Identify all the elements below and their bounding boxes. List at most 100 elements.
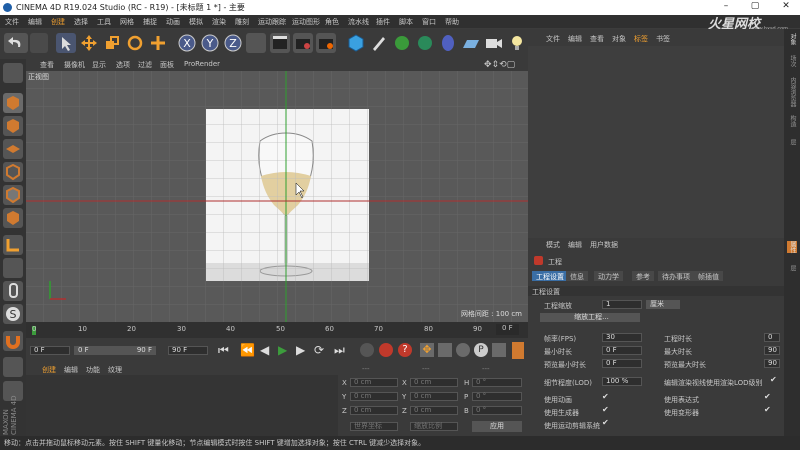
menu-create[interactable]: 创建 <box>51 17 65 27</box>
object-manager-list[interactable] <box>528 46 784 256</box>
use-animation-checkbox[interactable]: ✔ <box>602 392 609 401</box>
obj-menu-tags[interactable]: 标签 <box>634 34 648 44</box>
attr-menu-edit[interactable]: 编辑 <box>568 240 582 250</box>
mat-menu-create[interactable]: 创建 <box>42 365 56 375</box>
rotate-icon[interactable] <box>125 33 145 53</box>
vp-menu-options[interactable]: 选项 <box>116 60 130 70</box>
tab-content-browser[interactable]: 内容浏览器 <box>787 77 797 107</box>
axis-mode-icon[interactable] <box>3 235 23 255</box>
camera-icon[interactable] <box>484 33 504 53</box>
key-pla-icon[interactable] <box>492 343 506 357</box>
menu-mesh[interactable]: 网格 <box>120 17 134 27</box>
tab-attributes[interactable]: 属性 <box>787 241 797 253</box>
scale-unit-select[interactable]: 厘米 <box>646 300 680 309</box>
start-frame-field[interactable]: 0 F <box>30 346 70 355</box>
render-settings-icon[interactable] <box>316 33 336 53</box>
scale-icon[interactable] <box>102 33 122 53</box>
scale-project-button[interactable]: 缩放工程... <box>540 313 640 322</box>
render-view-icon[interactable] <box>270 33 290 53</box>
vp-menu-display[interactable]: 显示 <box>92 60 106 70</box>
light-icon[interactable] <box>507 33 527 53</box>
auto-key-icon[interactable]: ? <box>398 343 412 357</box>
tab-structure[interactable]: 构造 <box>787 115 797 127</box>
minimize-button[interactable]: – <box>716 1 736 11</box>
end-frame-field[interactable]: 90 F <box>168 346 208 355</box>
undo-icon[interactable] <box>4 33 28 53</box>
tab-objects[interactable]: 对象 <box>787 33 797 45</box>
use-deformers-checkbox[interactable]: ✔ <box>764 405 771 414</box>
workplane-mode-icon[interactable] <box>3 139 23 159</box>
vp-menu-panel[interactable]: 面板 <box>160 60 174 70</box>
menu-window[interactable]: 窗口 <box>422 17 436 27</box>
menu-animate[interactable]: 动画 <box>166 17 180 27</box>
loop-icon[interactable]: ⟳ <box>314 343 324 357</box>
mat-menu-texture[interactable]: 纹理 <box>108 365 122 375</box>
attr-menu-mode[interactable]: 模式 <box>546 240 560 250</box>
pos-x-field[interactable]: 0 cm <box>350 378 398 387</box>
coord-mode-select[interactable]: 世界坐标 <box>350 422 398 431</box>
menu-snap[interactable]: 捕捉 <box>143 17 157 27</box>
tab-layers-top[interactable]: 层 <box>787 139 797 145</box>
edges-mode-icon[interactable] <box>3 185 23 205</box>
vp-menu-prorender[interactable]: ProRender <box>184 60 220 68</box>
menu-script[interactable]: 脚本 <box>399 17 413 27</box>
prev-key-icon[interactable]: ⏪ <box>240 343 255 357</box>
motion-path-icon[interactable] <box>360 343 374 357</box>
deformer-icon[interactable] <box>438 33 458 53</box>
key-param-icon[interactable]: P <box>474 343 488 357</box>
menu-mograph[interactable]: 运动图形 <box>292 17 320 27</box>
mat-menu-edit[interactable]: 编辑 <box>64 365 78 375</box>
cube-primitive-icon[interactable] <box>346 33 366 53</box>
menu-tools[interactable]: 工具 <box>97 17 111 27</box>
subdivision-surface-icon[interactable] <box>392 33 412 53</box>
tab-info[interactable]: 信息 <box>566 271 588 281</box>
lod-field[interactable]: 100 % <box>602 377 642 386</box>
menu-sculpt[interactable]: 雕刻 <box>235 17 249 27</box>
obj-menu-view[interactable]: 查看 <box>590 34 604 44</box>
obj-menu-file[interactable]: 文件 <box>546 34 560 44</box>
vp-menu-filter[interactable]: 过滤 <box>138 60 152 70</box>
frame-range-slider[interactable]: 0 F 90 F <box>74 346 156 355</box>
cloner-icon[interactable] <box>415 33 435 53</box>
timeline-ruler[interactable]: 0 10 20 30 40 50 60 70 80 90 0 F <box>26 322 528 338</box>
play-icon[interactable]: ▶ <box>278 343 287 357</box>
attr-menu-userdata[interactable]: 用户数据 <box>590 240 618 250</box>
polygons-mode-icon[interactable] <box>3 208 23 228</box>
size-z-field[interactable]: 0 cm <box>410 406 458 415</box>
tab-interpolation[interactable]: 帧插值 <box>694 271 723 281</box>
size-mode-select[interactable]: 缩放比例 <box>410 422 458 431</box>
pos-y-field[interactable]: 0 cm <box>350 392 398 401</box>
workplane-icon[interactable] <box>3 357 23 377</box>
menu-motion-tracking[interactable]: 运动跟踪 <box>258 17 286 27</box>
current-frame-field[interactable]: 0 F <box>496 324 519 335</box>
tab-project-settings[interactable]: 工程设置 <box>532 271 568 281</box>
close-button[interactable]: ✕ <box>776 1 796 11</box>
record-keys-icon[interactable] <box>379 343 393 357</box>
project-time-field[interactable]: 0 <box>764 333 780 342</box>
size-x-field[interactable]: 0 cm <box>410 378 458 387</box>
project-scale-field[interactable]: 1 <box>602 300 642 309</box>
tab-todo[interactable]: 待办事项 <box>658 271 694 281</box>
model-mode-icon[interactable] <box>3 93 23 113</box>
key-rotation-icon[interactable] <box>456 343 470 357</box>
menu-pipeline[interactable]: 流水线 <box>348 17 369 27</box>
apply-button[interactable]: 应用 <box>472 421 522 432</box>
tweak-mode-icon[interactable] <box>3 258 23 278</box>
rot-b-field[interactable]: 0 ° <box>472 406 522 415</box>
render-picture-viewer-icon[interactable] <box>293 33 313 53</box>
next-frame-icon[interactable]: ▶ <box>296 343 305 357</box>
mat-menu-function[interactable]: 功能 <box>86 365 100 375</box>
recent-tool-icon[interactable] <box>148 33 168 53</box>
menu-plugins[interactable]: 插件 <box>376 17 390 27</box>
render-lod-checkbox[interactable]: ✔ <box>770 375 777 384</box>
size-y-field[interactable]: 0 cm <box>410 392 458 401</box>
max-time-field[interactable]: 90 <box>764 346 780 355</box>
prev-frame-icon[interactable]: ◀ <box>260 343 269 357</box>
tab-layers[interactable]: 层 <box>787 265 797 271</box>
use-expressions-checkbox[interactable]: ✔ <box>764 392 771 401</box>
key-scale-icon[interactable] <box>438 343 452 357</box>
obj-menu-edit[interactable]: 编辑 <box>568 34 582 44</box>
tab-referencing[interactable]: 参考 <box>632 271 654 281</box>
points-mode-icon[interactable] <box>3 162 23 182</box>
coordinate-system-icon[interactable] <box>246 33 266 53</box>
